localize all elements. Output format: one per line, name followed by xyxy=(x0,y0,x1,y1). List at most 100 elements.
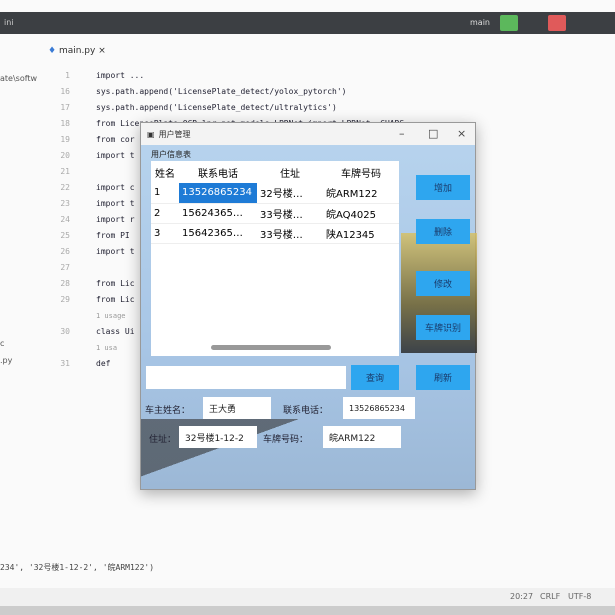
console-output: 234', '32号楼1-12-2', '皖ARM122') xyxy=(0,563,155,572)
usage-hint: 1 usage xyxy=(96,312,126,320)
usage-hint: 1 usa xyxy=(96,344,118,352)
status-bar: 20:27 CRLF UTF-8 xyxy=(0,588,615,606)
plate-label: 车牌号码： xyxy=(263,435,309,445)
line-number: 22 xyxy=(60,183,70,192)
cell-addr[interactable]: 33号楼… xyxy=(257,203,323,224)
query-button[interactable]: 查询 xyxy=(351,365,399,390)
cell-plate[interactable]: 陕A12345 xyxy=(323,223,399,244)
line-number: 24 xyxy=(60,215,70,224)
sidebar-item[interactable]: c xyxy=(0,339,4,348)
code-text: from Lic xyxy=(96,279,135,288)
code-text: class Ui xyxy=(96,327,135,336)
line-number: 18 xyxy=(60,119,70,128)
code-line[interactable]: 1 import ... xyxy=(40,68,480,84)
modify-button[interactable]: 修改 xyxy=(416,271,470,296)
refresh-button[interactable]: 刷新 xyxy=(416,365,470,390)
line-number: 29 xyxy=(60,295,70,304)
address-label: 住址： xyxy=(149,435,177,445)
code-text: sys.path.append('LicensePlate_detect/ult… xyxy=(96,103,337,112)
code-text: import t xyxy=(96,151,135,160)
app-icon: ▣ xyxy=(147,129,155,139)
add-button[interactable]: 增加 xyxy=(416,175,470,200)
cell-phone[interactable]: 15624365… xyxy=(179,203,257,224)
user-table[interactable]: 姓名 联系电话 住址 车牌号码 1 13526865234 32号楼… 皖ARM122… xyxy=(151,161,399,356)
owner-name-label: 车主姓名： xyxy=(145,406,191,416)
phone-label: 联系电话： xyxy=(283,406,329,416)
run-config[interactable]: main xyxy=(470,18,490,27)
col-header[interactable]: 住址 xyxy=(257,161,323,183)
table-row[interactable]: 3 15642365… 33号楼… 陕A12345 xyxy=(151,223,399,244)
code-line[interactable]: 17 sys.path.append('LicensePlate_detect/u… xyxy=(40,100,480,116)
col-header[interactable]: 姓名 xyxy=(151,161,179,183)
run-button[interactable] xyxy=(500,15,518,31)
code-text: import t xyxy=(96,247,135,256)
ide-title-bar: ini main xyxy=(0,12,615,34)
line-ending[interactable]: CRLF xyxy=(540,592,560,601)
code-text: import c xyxy=(96,183,135,192)
dialog-title: 用户管理 xyxy=(158,129,191,139)
table-row[interactable]: 1 13526865234 32号楼… 皖ARM122 xyxy=(151,183,399,204)
minimize-button[interactable]: – xyxy=(399,127,405,140)
line-number: 20 xyxy=(60,151,70,160)
line-number: 17 xyxy=(60,103,70,112)
plate-field[interactable]: 皖ARM122 xyxy=(323,426,401,448)
line-number: 16 xyxy=(60,87,70,96)
taskbar xyxy=(0,606,615,615)
plate-recognition-button[interactable]: 车牌识别 xyxy=(416,315,470,340)
dialog-title-bar: ▣ 用户管理 – □ × xyxy=(141,123,475,145)
col-header[interactable]: 联系电话 xyxy=(179,161,257,183)
cell-plate[interactable]: 皖AQ4025 xyxy=(323,203,399,224)
line-number: 21 xyxy=(60,167,70,176)
close-button[interactable]: × xyxy=(457,127,466,140)
col-header[interactable]: 车牌号码 xyxy=(323,161,399,183)
owner-name-field[interactable]: 王大勇 xyxy=(203,397,271,419)
horizontal-scrollbar[interactable] xyxy=(211,345,331,350)
row-number: 3 xyxy=(151,223,179,244)
code-text: from Lic xyxy=(96,295,135,304)
row-number: 2 xyxy=(151,203,179,224)
cell-addr[interactable]: 33号楼… xyxy=(257,223,323,244)
table-row[interactable]: 2 15624365… 33号楼… 皖AQ4025 xyxy=(151,203,399,224)
project-name: ini xyxy=(4,18,14,27)
code-line[interactable]: 16 sys.path.append('LicensePlate_detect/y… xyxy=(40,84,480,100)
line-number xyxy=(40,308,96,324)
line-number: 23 xyxy=(60,199,70,208)
phone-field[interactable]: 13526865234 xyxy=(343,397,415,419)
project-sidebar: ate\softw c .py xyxy=(0,34,40,394)
line-number: 27 xyxy=(60,263,70,272)
cell-phone[interactable]: 15642365… xyxy=(179,223,257,244)
cursor-position[interactable]: 20:27 xyxy=(510,592,533,601)
code-text: sys.path.append('LicensePlate_detect/yol… xyxy=(96,87,347,96)
code-text: from cor xyxy=(96,135,135,144)
cell-phone[interactable]: 13526865234 xyxy=(179,183,257,204)
code-text: from PI xyxy=(96,231,130,240)
code-text: import ... xyxy=(96,71,145,80)
row-number: 1 xyxy=(151,183,179,204)
address-field[interactable]: 32号楼1-12-2 xyxy=(179,426,257,448)
python-file-icon: ♦ xyxy=(48,46,57,56)
line-number: 25 xyxy=(60,231,70,240)
line-number: 19 xyxy=(60,135,70,144)
user-management-dialog: ▣ 用户管理 – □ × 用户信息表 姓名 联系电话 住址 车牌号码 1 1352… xyxy=(140,122,477,490)
delete-button[interactable]: 删除 xyxy=(416,219,470,244)
line-number xyxy=(40,340,96,356)
sidebar-path[interactable]: ate\softw xyxy=(0,74,37,83)
line-number: 28 xyxy=(60,279,70,288)
tab-main-py[interactable]: ♦ main.py × xyxy=(48,46,106,56)
line-number: 31 xyxy=(60,359,70,368)
maximize-button[interactable]: □ xyxy=(428,127,438,140)
code-text: def xyxy=(96,359,111,368)
line-number: 1 xyxy=(65,71,70,80)
line-number: 30 xyxy=(60,327,70,336)
tab-label: main.py xyxy=(58,46,96,56)
group-label: 用户信息表 xyxy=(151,150,191,159)
search-input[interactable] xyxy=(146,366,346,389)
stop-button[interactable] xyxy=(548,15,566,31)
line-number: 26 xyxy=(60,247,70,256)
sidebar-file[interactable]: .py xyxy=(0,356,12,365)
code-text: import t xyxy=(96,199,135,208)
code-text: import r xyxy=(96,215,135,224)
encoding[interactable]: UTF-8 xyxy=(568,592,591,601)
cell-addr[interactable]: 32号楼… xyxy=(257,183,323,204)
cell-plate[interactable]: 皖ARM122 xyxy=(323,183,399,204)
